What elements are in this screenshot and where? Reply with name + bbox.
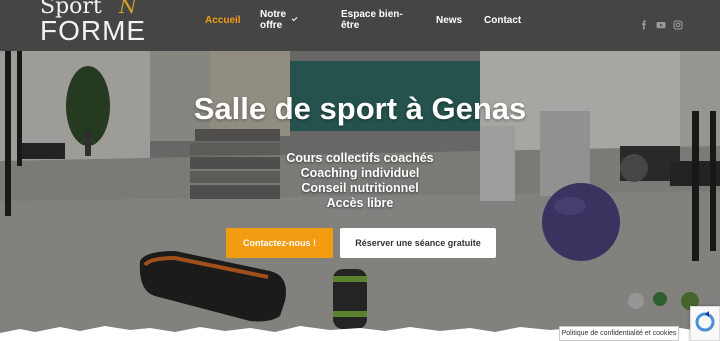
hero-title: Salle de sport à Genas xyxy=(193,91,527,126)
nav-item-label: Notre offre xyxy=(260,9,287,31)
facebook-icon[interactable] xyxy=(639,17,649,30)
nav-item-notre-offre[interactable]: Notre offre xyxy=(260,9,298,31)
feature-line: Cours collectifs coachés xyxy=(286,151,434,165)
feature-line: Accès libre xyxy=(326,196,394,210)
instagram-icon[interactable] xyxy=(673,17,683,30)
hero-section: Salle de sport à Genas Cours collectifs … xyxy=(0,51,720,341)
recaptcha-icon xyxy=(695,311,715,332)
feature-line: Coaching individuel xyxy=(300,166,420,180)
site-header: Sport N FORME Accueil Notre offre Espace… xyxy=(0,0,720,51)
chevron-down-icon xyxy=(291,15,298,22)
logo-text-forme: FORME xyxy=(40,15,147,46)
nav-item-contact[interactable]: Contact xyxy=(484,14,521,26)
youtube-icon[interactable] xyxy=(656,17,666,29)
feature-line: Conseil nutritionnel xyxy=(301,181,419,195)
logo[interactable]: Sport N FORME xyxy=(40,0,150,46)
nav-item-espace-bien-etre[interactable]: Espace bien-être xyxy=(341,9,421,31)
nav-item-news[interactable]: News xyxy=(436,14,462,26)
book-free-session-button[interactable]: Réserver une séance gratuite xyxy=(340,228,496,258)
recaptcha-badge[interactable] xyxy=(690,306,720,341)
nav-item-accueil[interactable]: Accueil xyxy=(205,14,241,26)
hero-features: Cours collectifs coachés Coaching indivi… xyxy=(0,151,720,211)
contact-button[interactable]: Contactez-nous ! xyxy=(226,228,333,258)
privacy-policy-badge[interactable]: Politique de confidentialité et cookies xyxy=(559,326,679,341)
